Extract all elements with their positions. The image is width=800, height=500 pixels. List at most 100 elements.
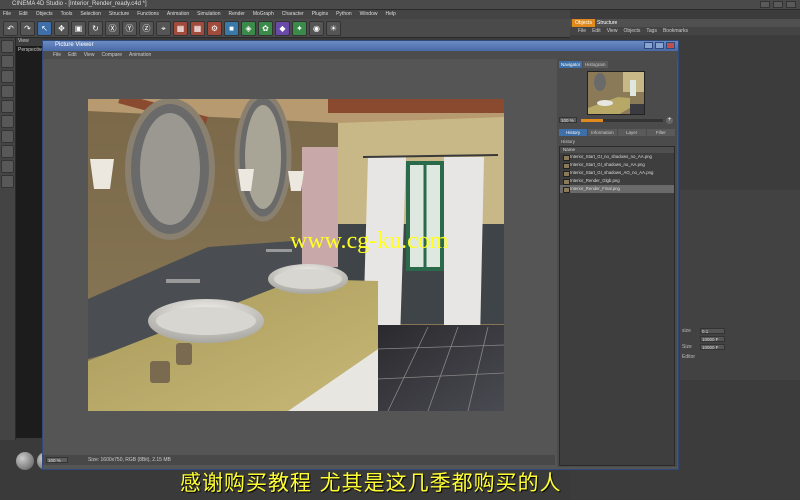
attribute-row: Editor bbox=[680, 354, 800, 362]
menu-item[interactable]: Animation bbox=[129, 51, 151, 59]
rotate-icon[interactable]: ↻ bbox=[88, 21, 103, 36]
redo-icon[interactable]: ↷ bbox=[20, 21, 35, 36]
zoom-field[interactable]: 100 % bbox=[46, 457, 68, 463]
menu-item[interactable]: Edit bbox=[592, 27, 601, 35]
render-picture-viewer-icon[interactable]: ▦ bbox=[190, 21, 205, 36]
tweak-mode-icon[interactable] bbox=[1, 145, 14, 158]
history-item[interactable]: Interior_Start_GI_shadows_AO_no_AA.png bbox=[560, 169, 674, 177]
deformer-icon[interactable]: ◆ bbox=[275, 21, 290, 36]
camera-icon[interactable]: ◉ bbox=[309, 21, 324, 36]
array-icon[interactable]: ✿ bbox=[258, 21, 273, 36]
tab-histogram[interactable]: Histogram bbox=[583, 61, 608, 68]
history-tabs: History Information Layer Filter bbox=[559, 129, 675, 136]
maximize-button[interactable] bbox=[655, 42, 664, 49]
history-item[interactable]: Interior_Render_Final.png bbox=[560, 185, 674, 193]
attribute-field[interactable]: 10000 F bbox=[700, 344, 725, 350]
minimize-button[interactable] bbox=[760, 1, 770, 8]
z-axis-icon[interactable]: Ⓩ bbox=[139, 21, 154, 36]
close-button[interactable] bbox=[666, 42, 675, 49]
menu-item[interactable]: Tools bbox=[61, 10, 73, 19]
menu-item[interactable]: Simulation bbox=[197, 10, 220, 19]
zoom-in-icon[interactable]: + bbox=[666, 117, 673, 124]
material-swatch[interactable] bbox=[16, 452, 34, 470]
menu-item[interactable]: Tags bbox=[646, 27, 657, 35]
bathroom-render bbox=[88, 99, 504, 411]
points-mode-icon[interactable] bbox=[1, 85, 14, 98]
tab-information[interactable]: Information bbox=[588, 129, 617, 136]
attribute-field[interactable]: 10000 F bbox=[700, 336, 725, 342]
close-button[interactable] bbox=[786, 1, 796, 8]
render-settings-icon[interactable]: ⚙ bbox=[207, 21, 222, 36]
menu-item[interactable]: File bbox=[578, 27, 586, 35]
menu-item[interactable]: Functions bbox=[137, 10, 159, 19]
subdivision-icon[interactable]: ◈ bbox=[241, 21, 256, 36]
menu-item[interactable]: Help bbox=[385, 10, 395, 19]
polygons-mode-icon[interactable] bbox=[1, 115, 14, 128]
tab-navigator[interactable]: Navigator bbox=[559, 61, 583, 68]
menu-item[interactable]: Selection bbox=[80, 10, 101, 19]
cube-icon[interactable]: ■ bbox=[224, 21, 239, 36]
history-item[interactable]: Interior_Start_GI_shadows_no_AA.png bbox=[560, 161, 674, 169]
menu-item[interactable]: Objects bbox=[36, 10, 53, 19]
app-title: CINEMA 4D Studio - [Interior_Render_read… bbox=[12, 1, 147, 7]
axis-mode-icon[interactable] bbox=[1, 130, 14, 143]
viewport[interactable] bbox=[16, 38, 42, 438]
history-rows: Interior_Start_GI_no_shadows_no_AA.png In… bbox=[560, 153, 674, 193]
tab-objects[interactable]: Objects bbox=[572, 19, 595, 27]
image-info: Size: 1600x750, RGB (8Bit), 2.15 MB bbox=[88, 457, 171, 463]
minimize-button[interactable] bbox=[644, 42, 653, 49]
workplane-icon[interactable] bbox=[1, 70, 14, 83]
rendered-image bbox=[88, 99, 504, 411]
live-select-icon[interactable]: ↖ bbox=[37, 21, 52, 36]
maximize-button[interactable] bbox=[773, 1, 783, 8]
scale-icon[interactable]: ▣ bbox=[71, 21, 86, 36]
move-icon[interactable]: ✥ bbox=[54, 21, 69, 36]
menu-item[interactable]: Animation bbox=[167, 10, 189, 19]
menu-item[interactable]: Plugins bbox=[312, 10, 328, 19]
history-item[interactable]: Interior_Start_GI_no_shadows_no_AA.png bbox=[560, 153, 674, 161]
model-mode-icon[interactable] bbox=[1, 40, 14, 53]
x-axis-icon[interactable]: Ⓧ bbox=[105, 21, 120, 36]
picture-viewer-titlebar[interactable]: Picture Viewer bbox=[43, 41, 678, 51]
menu-item[interactable]: Objects bbox=[623, 27, 640, 35]
attribute-field[interactable]: 0.1 bbox=[700, 328, 725, 334]
texture-mode-icon[interactable] bbox=[1, 55, 14, 68]
menu-item[interactable]: Window bbox=[360, 10, 378, 19]
picture-viewer-menu: File Edit View Compare Animation bbox=[43, 51, 678, 59]
tab-structure[interactable]: Structure bbox=[594, 19, 620, 27]
object-manager-menu: File Edit View Objects Tags Bookmarks bbox=[570, 27, 800, 35]
viewport-label: Perspective bbox=[18, 47, 45, 53]
menu-item[interactable]: View bbox=[607, 27, 618, 35]
watermark-text: www.cg-ku.com bbox=[290, 228, 449, 254]
tab-history[interactable]: History bbox=[559, 129, 588, 136]
menu-item[interactable]: Character bbox=[282, 10, 304, 19]
menu-item[interactable]: Structure bbox=[109, 10, 129, 19]
tab-filter[interactable]: Filter bbox=[646, 129, 675, 136]
tab-layer[interactable]: Layer bbox=[617, 129, 646, 136]
menu-item[interactable]: File bbox=[53, 51, 61, 59]
menu-item[interactable]: Compare bbox=[101, 51, 122, 59]
menu-item[interactable]: MoGraph bbox=[253, 10, 274, 19]
menu-item[interactable]: File bbox=[3, 10, 11, 19]
navigator-zoom-field[interactable]: 100 % bbox=[559, 117, 577, 123]
snap-icon[interactable] bbox=[1, 160, 14, 173]
menu-item[interactable]: Edit bbox=[68, 51, 77, 59]
render-view-icon[interactable]: ▦ bbox=[173, 21, 188, 36]
main-toolbar: ↶ ↷ ↖ ✥ ▣ ↻ Ⓧ Ⓨ Ⓩ ⌖ ▦ ▦ ⚙ ■ ◈ ✿ ◆ ✦ ◉ ☀ bbox=[0, 19, 570, 38]
undo-icon[interactable]: ↶ bbox=[3, 21, 18, 36]
coord-system-icon[interactable]: ⌖ bbox=[156, 21, 171, 36]
viewport-tab[interactable]: View bbox=[18, 38, 29, 44]
light-icon[interactable]: ☀ bbox=[326, 21, 341, 36]
menu-item[interactable]: View bbox=[84, 51, 95, 59]
menu-item[interactable]: Bookmarks bbox=[663, 27, 688, 35]
history-item[interactable]: Interior_Render_Glgb.png bbox=[560, 177, 674, 185]
y-axis-icon[interactable]: Ⓨ bbox=[122, 21, 137, 36]
menu-item[interactable]: Edit bbox=[19, 10, 28, 19]
menu-item[interactable]: Python bbox=[336, 10, 352, 19]
app-titlebar: CINEMA 4D Studio - [Interior_Render_read… bbox=[0, 0, 800, 10]
edges-mode-icon[interactable] bbox=[1, 100, 14, 113]
menu-item[interactable]: Render bbox=[228, 10, 244, 19]
navigator-thumbnail[interactable] bbox=[587, 71, 645, 115]
environment-icon[interactable]: ✦ bbox=[292, 21, 307, 36]
lock-workplane-icon[interactable] bbox=[1, 175, 14, 188]
